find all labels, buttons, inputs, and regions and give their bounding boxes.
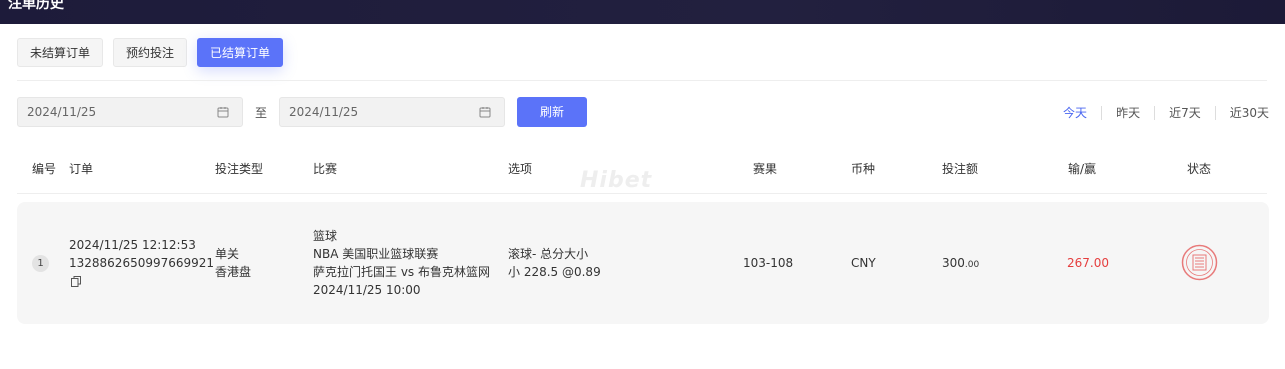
range-7-days[interactable]: 近7天	[1155, 104, 1215, 121]
start-date-value: 2024/11/25	[27, 105, 97, 119]
column-header-option: 选项	[508, 162, 533, 176]
watermark-logo: Hibet	[580, 168, 653, 193]
bet-type: 单关	[215, 247, 240, 261]
currency: CNY	[851, 256, 876, 270]
column-header-order: 订单	[69, 162, 94, 176]
league: NBA 美国职业篮球联赛	[313, 247, 439, 261]
row-index-badge: 1	[32, 255, 49, 272]
bet-type-cell: 单关 香港盘	[215, 245, 251, 281]
date-range-separator: 至	[255, 106, 268, 120]
stake-decimal: .00	[964, 260, 980, 270]
quick-range-selector: 今天 昨天 近7天 近30天	[1049, 104, 1269, 121]
end-date-input[interactable]: 2024/11/25	[279, 97, 505, 127]
column-header-currency: 币种	[851, 162, 876, 176]
column-header-status: 状态	[1187, 162, 1212, 176]
win-loss-amount: 267.00	[1067, 256, 1109, 270]
option-market: 滚球- 总分大小	[508, 247, 589, 261]
match-time: 2024/11/25 10:00	[313, 283, 421, 297]
column-header-stake: 投注额	[942, 162, 979, 176]
column-header-match: 比赛	[313, 162, 338, 176]
option-pick: 小 228.5 @0.89	[508, 265, 601, 279]
copy-icon[interactable]	[71, 276, 81, 287]
range-yesterday[interactable]: 昨天	[1102, 104, 1154, 121]
option-cell: 滚球- 总分大小 小 228.5 @0.89	[508, 245, 601, 281]
order-cell: 2024/11/25 12:12:53 1328862650997669921	[69, 236, 214, 272]
top-header-bar: 注单历史	[0, 0, 1285, 24]
order-tabs: 未结算订单 预约投注 已结算订单	[17, 38, 284, 67]
tab-settled[interactable]: 已结算订单	[197, 38, 284, 67]
match-cell: 篮球 NBA 美国职业篮球联赛 萨克拉门托国王 vs 布鲁克林篮网 2024/1…	[313, 227, 490, 299]
divider	[17, 193, 1267, 194]
tab-reserved[interactable]: 预约投注	[113, 38, 188, 67]
stake-amount: 300.00	[942, 254, 979, 274]
end-date-value: 2024/11/25	[289, 105, 359, 119]
sport: 篮球	[313, 229, 338, 243]
tab-unsettled[interactable]: 未结算订单	[17, 38, 104, 67]
stake-integer: 300	[942, 256, 965, 270]
column-header-win-loss: 输/赢	[1068, 162, 1097, 176]
column-header-bet-type: 投注类型	[215, 162, 264, 176]
result: 103-108	[743, 256, 794, 270]
range-today[interactable]: 今天	[1049, 104, 1101, 121]
calendar-icon[interactable]	[479, 106, 491, 118]
order-id: 1328862650997669921	[69, 256, 215, 270]
range-30-days[interactable]: 近30天	[1216, 104, 1269, 121]
order-time: 2024/11/25 12:12:53	[69, 238, 196, 252]
column-header-index: 编号	[32, 162, 57, 176]
start-date-input[interactable]: 2024/11/25	[17, 97, 243, 127]
page-title: 注单历史	[8, 0, 64, 12]
odds-type: 香港盘	[215, 265, 252, 279]
calendar-icon[interactable]	[217, 106, 229, 118]
refresh-button[interactable]: 刷新	[517, 97, 587, 127]
settled-stamp-icon	[1181, 244, 1218, 281]
column-header-result: 赛果	[753, 162, 778, 176]
divider	[17, 80, 1267, 81]
match-teams: 萨克拉门托国王 vs 布鲁克林篮网	[313, 265, 490, 279]
